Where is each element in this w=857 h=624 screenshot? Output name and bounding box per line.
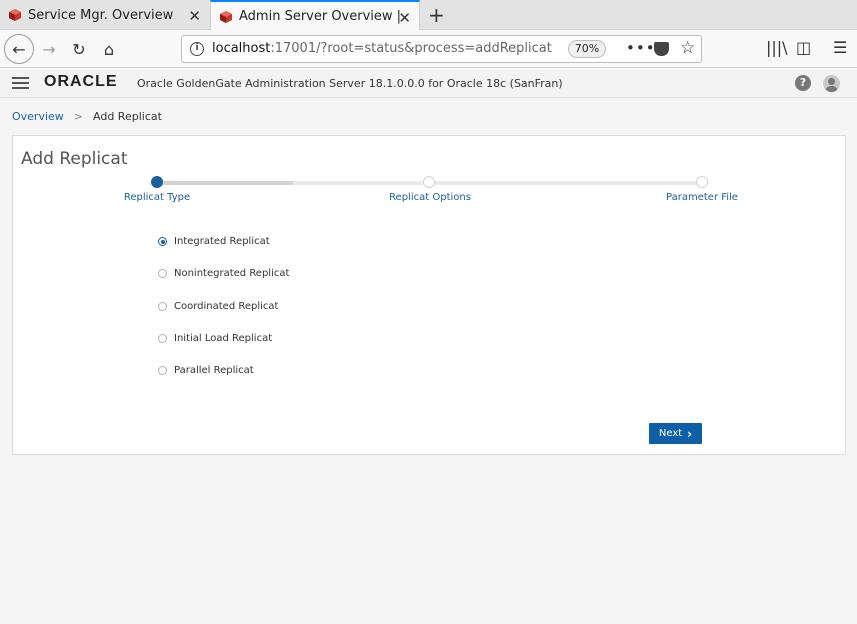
next-button-label: Next	[658, 428, 683, 439]
option-label: Integrated Replicat	[174, 236, 270, 247]
tab-admin-server-overview[interactable]: Admin Server Overview | ✕	[210, 0, 420, 31]
bookmark-star-icon[interactable]: ☆	[680, 38, 695, 58]
option-parallel-replicat[interactable]: Parallel Replicat	[158, 365, 254, 376]
browser-tab-strip: Service Mgr. Overview ✕ Admin Server Ove…	[0, 0, 857, 31]
app-menu-icon[interactable]	[12, 77, 29, 89]
goldengate-favicon-icon	[220, 10, 232, 23]
breadcrumb: Overview > Add Replicat	[12, 110, 162, 123]
add-replicat-panel: Add Replicat Replicat Type Replicat Opti…	[12, 135, 846, 455]
close-icon[interactable]: ✕	[398, 9, 411, 27]
oracle-logo: ORACLE	[44, 73, 118, 90]
option-coordinated-replicat[interactable]: Coordinated Replicat	[158, 301, 278, 312]
wizard-step-replicat-options-label[interactable]: Replicat Options	[389, 192, 471, 203]
home-icon[interactable]: ⌂	[96, 36, 122, 62]
reload-icon[interactable]: ↻	[66, 36, 92, 62]
breadcrumb-current: Add Replicat	[93, 110, 162, 123]
url-bar[interactable]: i localhost:17001/?root=status&process=a…	[181, 35, 702, 63]
tab-title: Service Mgr. Overview	[28, 7, 174, 23]
option-nonintegrated-replicat[interactable]: Nonintegrated Replicat	[158, 268, 289, 279]
new-tab-plus-icon[interactable]: +	[428, 3, 445, 27]
wizard-step-replicat-type-dot[interactable]	[151, 176, 163, 188]
page-actions-menu-icon[interactable]: •••	[626, 39, 656, 57]
option-label: Parallel Replicat	[174, 365, 254, 376]
pocket-icon[interactable]	[654, 42, 669, 56]
browser-toolbar: ← → ↻ ⌂ i localhost:17001/?root=status&p…	[0, 30, 857, 68]
next-button[interactable]: Next ›	[649, 423, 702, 444]
browser-menu-icon[interactable]: ☰	[833, 38, 847, 57]
wizard-step-replicat-options-dot[interactable]	[423, 176, 435, 188]
site-info-icon[interactable]: i	[190, 42, 204, 56]
radio-button[interactable]	[158, 366, 167, 375]
breadcrumb-separator: >	[73, 110, 84, 123]
page-title: Add Replicat	[21, 149, 128, 169]
user-avatar-icon[interactable]	[823, 75, 840, 92]
option-label: Nonintegrated Replicat	[174, 268, 290, 279]
zoom-level-badge[interactable]: 70%	[568, 40, 606, 58]
help-icon[interactable]: ?	[795, 75, 811, 91]
radio-button[interactable]	[158, 237, 167, 246]
wizard-progress-fill	[157, 181, 293, 185]
forward-arrow-icon[interactable]: →	[36, 36, 62, 62]
url-text[interactable]: localhost:17001/?root=status&process=add…	[212, 41, 552, 56]
sidebar-toggle-icon[interactable]: ◫	[796, 38, 811, 57]
option-label: Initial Load Replicat	[174, 333, 273, 344]
chevron-right-icon: ›	[687, 426, 693, 441]
app-title: Oracle GoldenGate Administration Server …	[137, 77, 563, 90]
close-icon[interactable]: ✕	[188, 7, 201, 25]
library-icon[interactable]: |||\	[766, 38, 788, 57]
app-header: ORACLE Oracle GoldenGate Administration …	[0, 69, 857, 98]
back-arrow-icon[interactable]: ←	[4, 34, 34, 64]
wizard-step-parameter-file-label[interactable]: Parameter File	[666, 192, 738, 203]
option-initial-load-replicat[interactable]: Initial Load Replicat	[158, 333, 272, 344]
wizard-step-replicat-type-label[interactable]: Replicat Type	[124, 192, 190, 203]
radio-button[interactable]	[158, 269, 167, 278]
wizard-step-parameter-file-dot[interactable]	[696, 176, 708, 188]
option-label: Coordinated Replicat	[174, 301, 279, 312]
tab-service-mgr-overview[interactable]: Service Mgr. Overview ✕	[0, 0, 209, 30]
tab-title: Admin Server Overview |	[239, 9, 402, 24]
radio-button[interactable]	[158, 334, 167, 343]
radio-button[interactable]	[158, 302, 167, 311]
option-integrated-replicat[interactable]: Integrated Replicat	[158, 236, 270, 247]
goldengate-favicon-icon	[9, 9, 21, 21]
breadcrumb-overview-link[interactable]: Overview	[12, 110, 64, 123]
